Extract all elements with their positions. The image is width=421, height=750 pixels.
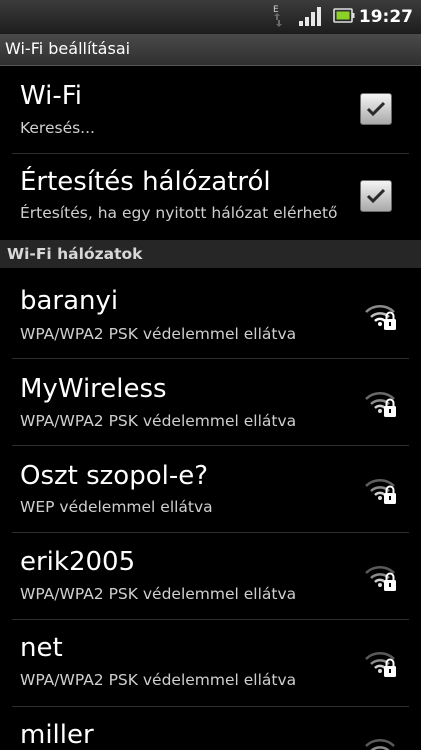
network-item-net[interactable]: net WPA/WPA2 PSK védelemmel ellátva (0, 620, 421, 706)
wifi-checkbox[interactable] (360, 93, 392, 125)
wifi-lock-icon (365, 652, 396, 677)
notification-checkbox[interactable] (360, 180, 392, 212)
setting-title: Értesítés hálózatról (20, 167, 271, 197)
wifi-lock-icon (365, 739, 395, 750)
network-item-baranyi[interactable]: baranyi WPA/WPA2 PSK védelemmel ellátva (0, 270, 421, 358)
section-header-label: Wi-Fi hálózatok (7, 245, 143, 263)
network-item-mywireless[interactable]: MyWireless WPA/WPA2 PSK védelemmel ellát… (0, 359, 421, 445)
checkmark-icon (366, 188, 386, 204)
title-bar: Wi-Fi beállításai (0, 34, 421, 66)
network-ssid: baranyi (20, 286, 119, 316)
setting-subtitle: Keresés... (20, 119, 95, 137)
checkmark-icon (366, 101, 386, 117)
network-ssid: miller (20, 720, 94, 750)
network-ssid: MyWireless (20, 374, 167, 404)
data-transfer-icon: E (273, 5, 282, 27)
network-security: WPA/WPA2 PSK védelemmel ellátva (20, 325, 297, 343)
clock: 19:27 (358, 7, 413, 27)
battery-icon (333, 8, 355, 23)
wifi-lock-icon (365, 305, 396, 330)
network-ssid: net (20, 633, 63, 663)
status-bar: E 19:27 (0, 0, 421, 35)
data-indicator-text: E (273, 5, 279, 15)
setting-network-notification[interactable]: Értesítés hálózatról Értesítés, ha egy n… (0, 154, 421, 239)
network-security: WEP védelemmel ellátva (20, 498, 213, 516)
network-item-oszt-szopol-e[interactable]: Oszt szopol-e? WEP védelemmel ellátva (0, 446, 421, 532)
wifi-lock-icon (365, 392, 396, 417)
networks-section-header: Wi-Fi hálózatok (0, 240, 421, 268)
setting-wifi-toggle[interactable]: Wi-Fi Keresés... (0, 66, 421, 153)
network-security: WPA/WPA2 PSK védelemmel ellátva (20, 585, 297, 603)
network-ssid: erik2005 (20, 547, 136, 577)
wifi-lock-icon (365, 479, 396, 504)
setting-title: Wi-Fi (20, 81, 83, 111)
signal-icon (299, 7, 321, 26)
network-security: WPA/WPA2 PSK védelemmel ellátva (20, 412, 297, 430)
page-title: Wi-Fi beállításai (5, 39, 131, 58)
network-item-erik2005[interactable]: erik2005 WPA/WPA2 PSK védelemmel ellátva (0, 533, 421, 619)
network-item-miller[interactable]: miller (0, 707, 421, 750)
setting-subtitle: Értesítés, ha egy nyitott hálózat elérhe… (20, 204, 338, 222)
network-security: WPA/WPA2 PSK védelemmel ellátva (20, 671, 297, 689)
network-ssid: Oszt szopol-e? (20, 461, 209, 491)
wifi-lock-icon (365, 566, 396, 591)
